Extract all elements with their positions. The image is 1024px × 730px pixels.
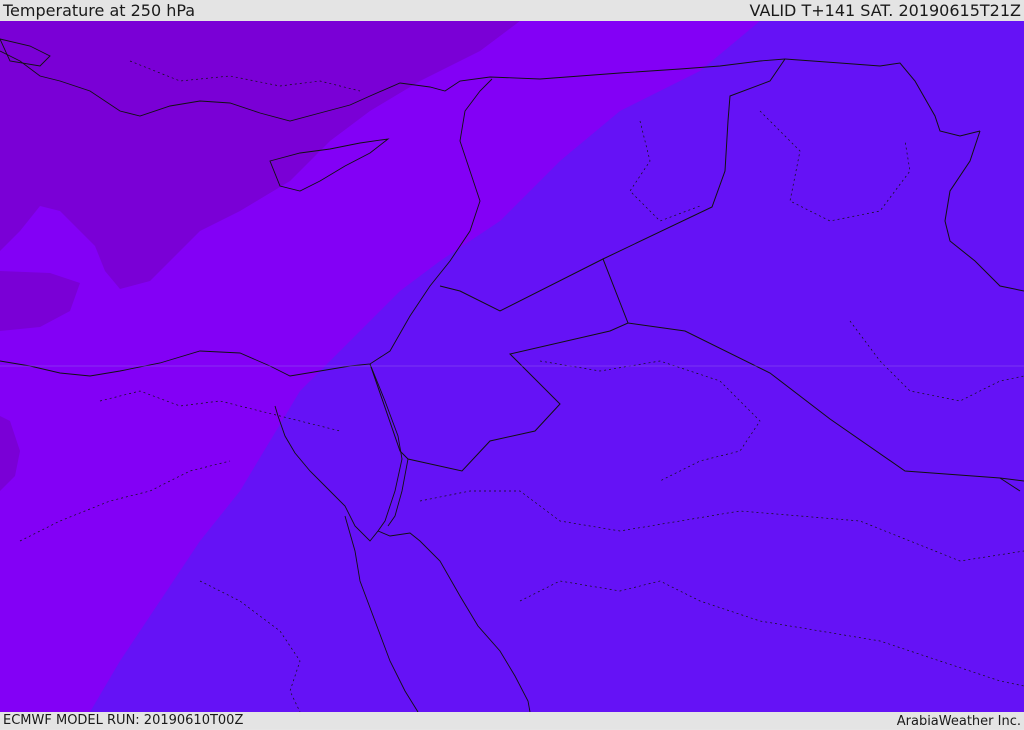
map-title: Temperature at 250 hPa [3, 1, 196, 20]
footer-bar: ECMWF MODEL RUN: 20190610T00Z ArabiaWeat… [0, 712, 1024, 729]
temperature-map [0, 21, 1024, 712]
credit: ArabiaWeather Inc. [896, 714, 1021, 729]
valid-time: VALID T+141 SAT. 20190615T21Z [749, 1, 1021, 20]
model-run: ECMWF MODEL RUN: 20190610T00Z [3, 713, 244, 728]
header-bar: Temperature at 250 hPa VALID T+141 SAT. … [0, 0, 1024, 21]
